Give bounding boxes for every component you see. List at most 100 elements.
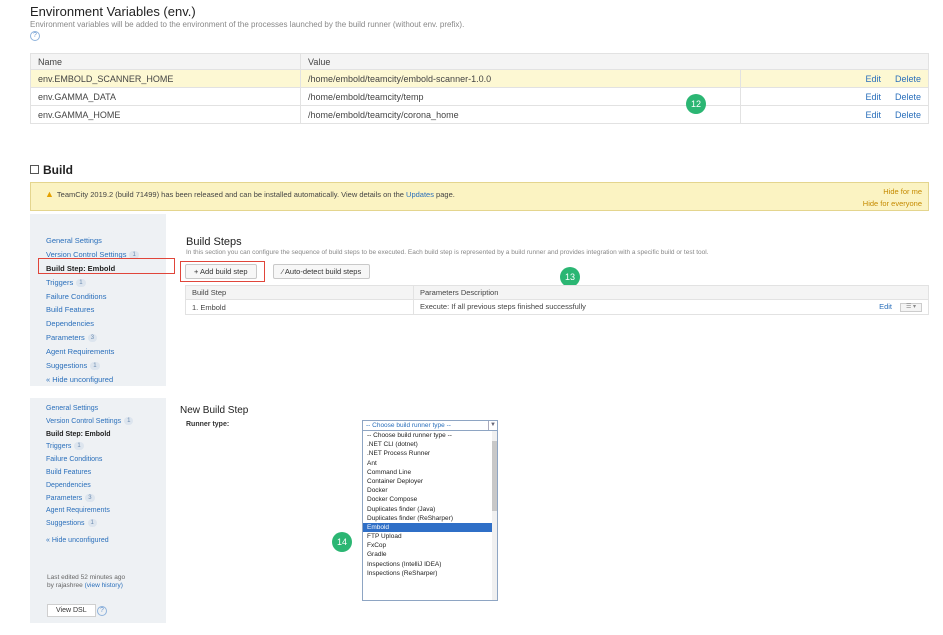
sidebar-item-general-settings[interactable]: General Settings bbox=[46, 403, 133, 416]
sidebar-item-build-features[interactable]: Build Features bbox=[46, 467, 133, 480]
last-edited-by: by rajashree bbox=[47, 582, 83, 589]
build-step-name: 1. Embold bbox=[185, 299, 414, 315]
column-header-build-step: Build Step bbox=[185, 285, 414, 300]
runner-type-dropdown-list: -- Choose build runner type -- .NET CLI … bbox=[362, 430, 498, 601]
dropdown-option[interactable]: Gradle bbox=[363, 550, 497, 559]
env-var-value: /home/embold/teamcity/temp bbox=[299, 87, 742, 106]
warning-text-end: page. bbox=[433, 190, 455, 199]
settings-sidebar-secondary: General Settings Version Control Setting… bbox=[30, 398, 166, 623]
env-var-name: env.EMBOLD_SCANNER_HOME bbox=[30, 69, 301, 88]
dropdown-option[interactable]: Inspections (ReSharper) bbox=[363, 569, 497, 578]
column-header-parameters: Parameters Description bbox=[413, 285, 929, 300]
sidebar-item-build-step[interactable]: Build Step: Embold bbox=[46, 429, 133, 442]
dropdown-option[interactable]: Inspections (IntelliJ IDEA) bbox=[363, 560, 497, 569]
sidebar-item-version-control[interactable]: Version Control Settings 1 bbox=[46, 416, 134, 429]
runner-type-selected-value: -- Choose build runner type -- bbox=[366, 422, 451, 429]
env-var-value: /home/embold/teamcity/corona_home bbox=[299, 105, 742, 124]
sidebar-item-suggestions[interactable]: Suggestions 1 bbox=[46, 359, 139, 373]
dropdown-option[interactable]: Command Line bbox=[363, 468, 497, 477]
sidebar-item-triggers[interactable]: Triggers 1 bbox=[46, 276, 139, 290]
dropdown-option[interactable]: FxCop bbox=[363, 541, 497, 550]
help-icon[interactable]: ? bbox=[97, 606, 107, 616]
warning-icon: ▲ bbox=[45, 189, 54, 199]
new-build-step-title: New Build Step bbox=[180, 405, 249, 416]
build-steps-description: In this section you can configure the se… bbox=[186, 249, 709, 256]
last-edited-info: Last edited 52 minutes ago by rajashree … bbox=[47, 574, 125, 590]
edit-link[interactable]: Edit bbox=[865, 92, 881, 102]
sidebar-item-build-features[interactable]: Build Features bbox=[46, 303, 139, 317]
sidebar-item-triggers[interactable]: Triggers 1 bbox=[46, 441, 133, 454]
env-section-title: Environment Variables (env.) bbox=[30, 4, 196, 19]
sidebar-item-agent-requirements[interactable]: Agent Requirements bbox=[46, 505, 133, 518]
dropdown-option[interactable]: -- Choose build runner type -- bbox=[363, 431, 497, 440]
auto-detect-button[interactable]: ⁄ Auto-detect build steps bbox=[273, 264, 371, 279]
edit-link[interactable]: Edit bbox=[879, 302, 892, 311]
env-var-name: env.GAMMA_DATA bbox=[30, 87, 301, 106]
sidebar-item-parameters[interactable]: Parameters 3 bbox=[46, 331, 139, 345]
env-var-value: /home/embold/teamcity/embold-scanner-1.0… bbox=[299, 69, 742, 88]
delete-link[interactable]: Delete bbox=[895, 110, 921, 120]
env-variables-table: Name Value env.EMBOLD_SCANNER_HOME /home… bbox=[30, 53, 929, 124]
updates-link[interactable]: Updates bbox=[406, 190, 434, 199]
sidebar-item-failure-conditions[interactable]: Failure Conditions bbox=[46, 290, 139, 304]
hide-for-everyone-link[interactable]: Hide for everyone bbox=[863, 199, 922, 208]
count-badge: 3 bbox=[85, 493, 95, 502]
dropdown-option[interactable]: Duplicates finder (Java) bbox=[363, 505, 497, 514]
dropdown-option[interactable]: Duplicates finder (ReSharper) bbox=[363, 514, 497, 523]
warning-message: ▲ TeamCity 2019.2 (build 71499) has been … bbox=[45, 189, 455, 199]
update-warning-banner: ▲ TeamCity 2019.2 (build 71499) has been … bbox=[30, 182, 929, 211]
view-dsl-button[interactable]: View DSL bbox=[47, 604, 96, 617]
step-badge-12: 12 bbox=[686, 94, 706, 114]
sidebar-item-agent-requirements[interactable]: Agent Requirements bbox=[46, 345, 139, 359]
dropdown-option[interactable]: Docker Compose bbox=[363, 495, 497, 504]
count-badge: 1 bbox=[90, 362, 100, 371]
sidebar-item-suggestions[interactable]: Suggestions 1 bbox=[46, 518, 133, 531]
dropdown-option[interactable]: FTP Upload bbox=[363, 532, 497, 541]
edit-link[interactable]: Edit bbox=[865, 110, 881, 120]
help-icon[interactable]: ? bbox=[30, 30, 40, 41]
column-header-value: Value bbox=[300, 53, 929, 70]
build-steps-title: Build Steps bbox=[186, 236, 242, 248]
count-badge: 1 bbox=[87, 519, 97, 528]
sidebar-nav: General Settings Version Control Setting… bbox=[46, 403, 134, 548]
delete-link[interactable]: Delete bbox=[895, 74, 921, 84]
table-row: 1. Embold Execute: If all previous steps… bbox=[185, 299, 929, 315]
view-history-link[interactable]: (view history) bbox=[85, 582, 123, 589]
count-badge: 1 bbox=[74, 442, 84, 451]
sidebar-item-parameters[interactable]: Parameters 3 bbox=[46, 493, 133, 506]
build-section-title: Build bbox=[30, 163, 73, 177]
build-steps-table: Build Step Parameters Description 1. Emb… bbox=[185, 285, 929, 315]
table-row: env.GAMMA_HOME /home/embold/teamcity/cor… bbox=[30, 105, 929, 124]
hide-unconfigured-link[interactable]: « Hide unconfigured bbox=[46, 535, 133, 548]
sidebar-item-general-settings[interactable]: General Settings bbox=[46, 234, 139, 248]
column-header-name: Name bbox=[30, 53, 301, 70]
step-badge-14: 14 bbox=[332, 532, 352, 552]
dropdown-option[interactable]: Docker bbox=[363, 486, 497, 495]
warning-text: TeamCity 2019.2 (build 71499) has been r… bbox=[56, 190, 407, 199]
sidebar-item-failure-conditions[interactable]: Failure Conditions bbox=[46, 454, 133, 467]
edit-link[interactable]: Edit bbox=[865, 74, 881, 84]
delete-link[interactable]: Delete bbox=[895, 92, 921, 102]
dropdown-option[interactable]: Container Deployer bbox=[363, 477, 497, 486]
scrollbar-track[interactable] bbox=[492, 431, 497, 600]
hide-unconfigured-link[interactable]: « Hide unconfigured bbox=[46, 373, 139, 387]
dropdown-option[interactable]: Ant bbox=[363, 459, 497, 468]
hide-for-me-link[interactable]: Hide for me bbox=[883, 187, 922, 196]
chevron-down-icon[interactable]: ▼ bbox=[488, 421, 497, 430]
dropdown-option[interactable]: .NET CLI (dotnet) bbox=[363, 440, 497, 449]
highlight-box bbox=[38, 258, 175, 274]
build-step-params: Execute: If all previous steps finished … bbox=[413, 299, 929, 315]
count-badge: 3 bbox=[87, 334, 98, 343]
checkbox-icon[interactable] bbox=[30, 165, 39, 174]
env-section-description: Environment variables will be added to t… bbox=[30, 19, 470, 41]
sidebar-item-dependencies[interactable]: Dependencies bbox=[46, 480, 133, 493]
dropdown-option[interactable]: .NET Process Runner bbox=[363, 449, 497, 458]
sidebar-item-dependencies[interactable]: Dependencies bbox=[46, 317, 139, 331]
count-badge: 1 bbox=[124, 416, 134, 425]
env-var-name: env.GAMMA_HOME bbox=[30, 105, 301, 124]
scrollbar-thumb[interactable] bbox=[492, 441, 497, 511]
more-menu-icon[interactable]: ☰ ▾ bbox=[900, 302, 922, 312]
dropdown-option-selected[interactable]: Embold bbox=[363, 522, 497, 533]
count-badge: 1 bbox=[76, 278, 86, 287]
step-badge-13: 13 bbox=[560, 267, 580, 287]
